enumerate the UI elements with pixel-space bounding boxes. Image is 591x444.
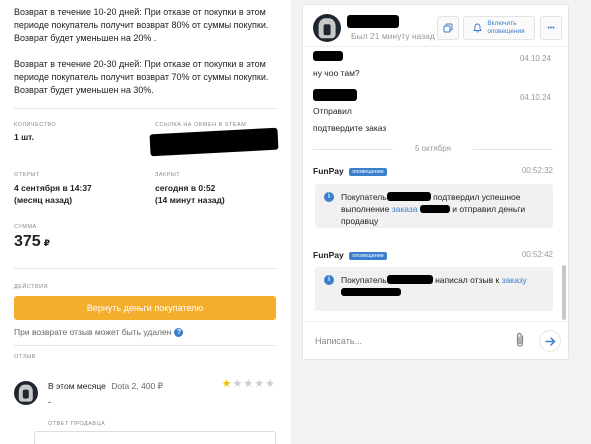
send-arrow-icon xyxy=(544,336,555,346)
star-icon: ★ xyxy=(232,378,244,390)
currency-symbol: ₽ xyxy=(43,238,50,248)
exchange-link-redacted[interactable] xyxy=(149,127,279,157)
opened-ago: (месяц назад) xyxy=(14,195,73,205)
more-icon: ••• xyxy=(547,24,555,32)
order-id-redacted xyxy=(341,288,401,296)
message-time: 00:52:42 xyxy=(521,250,553,259)
opened-label: ОТКРЫТ xyxy=(14,172,40,178)
message-text: подтвердите заказ xyxy=(313,123,387,133)
order-id-redacted xyxy=(419,205,450,213)
info-icon: i xyxy=(324,275,334,285)
closed-ago: (14 минут назад) xyxy=(155,195,225,205)
bell-icon xyxy=(473,23,483,33)
notify-label-line2: оповещения xyxy=(487,28,525,35)
notify-label-line1: Включить xyxy=(487,20,517,27)
refund-rule-1: Возврат в течение 10-20 дней: При отказе… xyxy=(14,7,269,43)
quantity-value: 1 шт. xyxy=(14,132,34,142)
copy-icon xyxy=(443,23,453,33)
closed-value: сегодня в 0:52 xyxy=(155,183,216,193)
star-icon: ★ xyxy=(221,378,233,390)
quantity-label: КОЛИЧЕСТВО xyxy=(14,122,57,128)
sender-name: FunPay xyxy=(313,250,344,260)
review-game-price: Dota 2, 400 ₽ xyxy=(111,381,163,391)
notify-label: Включить оповещения xyxy=(487,20,524,36)
system-message-card: i Покупатель подтвердил успешное выполне… xyxy=(315,184,553,228)
review-text: - xyxy=(48,397,51,407)
sender-name: FunPay xyxy=(313,166,344,176)
review-rating: ★★★★★ xyxy=(222,377,276,390)
divider xyxy=(14,108,276,109)
enable-notifications-button[interactable]: Включить оповещения xyxy=(463,16,535,40)
info-icon: i xyxy=(324,192,334,202)
system-message-card: i Покупатель написал отзыв к заказу xyxy=(315,267,553,311)
system-text: Покупатель xyxy=(341,275,387,285)
review-item: В этом месяце Dota 2, 400 ₽ - ★★★★★ xyxy=(14,377,276,407)
sum-value: 375 xyxy=(14,233,41,250)
system-message-header: FunPay оповещение 00:52:42 xyxy=(313,250,553,262)
attach-button[interactable] xyxy=(514,332,526,350)
divider xyxy=(14,268,276,269)
help-icon[interactable]: ? xyxy=(174,327,184,337)
day-separator: 5 октября xyxy=(313,144,553,153)
chat-panel: Был 21 минуту назад Включить оповещения … xyxy=(302,4,569,360)
username-redacted[interactable] xyxy=(347,15,399,28)
message-date: 04.10.24 xyxy=(519,54,551,63)
star-icon: ★ xyxy=(254,378,266,390)
order-sum: 375 ₽ xyxy=(14,233,50,251)
copy-button[interactable] xyxy=(437,16,459,40)
star-icon: ★ xyxy=(243,378,255,390)
review-meta: В этом месяце Dota 2, 400 ₽ xyxy=(48,381,163,392)
refund-note: При возврате отзыв может быть удален ? xyxy=(14,327,184,337)
refund-rule-2: Возврат в течение 20-30 дней: При отказе… xyxy=(14,59,269,95)
last-seen-status: Был 21 минуту назад xyxy=(351,31,435,41)
star-icon: ★ xyxy=(265,378,276,390)
buyer-redacted xyxy=(386,192,431,201)
divider xyxy=(14,345,276,346)
refund-rules: Возврат в течение 10-20 дней: При отказе… xyxy=(0,0,276,97)
order-details-panel: Возврат в течение 10-20 дней: При отказе… xyxy=(0,0,291,444)
order-link[interactable]: заказа xyxy=(392,204,418,214)
system-text: Покупатель xyxy=(341,192,387,202)
refund-note-text: При возврате отзыв может быть удален xyxy=(14,327,172,337)
message-date: 04.10.24 xyxy=(519,93,551,102)
order-link[interactable]: заказу xyxy=(502,275,527,285)
chat-header: Был 21 минуту назад Включить оповещения … xyxy=(303,5,568,47)
send-button[interactable] xyxy=(539,330,561,352)
avatar[interactable] xyxy=(313,14,341,42)
opened-value: 4 сентября в 14:37 xyxy=(14,183,92,193)
chat-messages: 04.10.24 ну чоо там? 04.10.24 Отправил п… xyxy=(303,48,561,320)
chat-scrollbar[interactable] xyxy=(562,265,566,320)
message-text: ну чоо там? xyxy=(313,68,360,78)
message-input[interactable] xyxy=(315,332,505,350)
sender-redacted xyxy=(313,89,357,101)
buyer-redacted xyxy=(386,275,433,284)
more-button[interactable]: ••• xyxy=(540,16,562,40)
review-period: В этом месяце xyxy=(48,381,106,391)
exchange-link-label: ССЫЛКА НА ОБМЕН В STEAM xyxy=(155,122,247,128)
review-label: ОТЗЫВ xyxy=(14,354,36,360)
system-message-header: FunPay оповещение 00:52:32 xyxy=(313,166,553,178)
seller-reply-field[interactable] xyxy=(34,431,276,444)
actions-label: ДЕЙСТВИЯ xyxy=(14,284,49,290)
seller-reply-label: ОТВЕТ ПРОДАВЦА xyxy=(48,421,106,427)
message-time: 00:52:32 xyxy=(521,166,553,175)
message-text: Отправил xyxy=(313,106,352,116)
refund-buyer-button[interactable]: Вернуть деньги покупателю xyxy=(14,296,276,320)
notification-badge: оповещение xyxy=(349,168,387,176)
sum-label: СУММА xyxy=(14,224,37,230)
notification-badge: оповещение xyxy=(349,252,387,260)
sender-redacted xyxy=(313,51,343,61)
system-text: написал отзыв к xyxy=(435,275,500,285)
avatar[interactable] xyxy=(14,381,38,405)
closed-label: ЗАКРЫТ xyxy=(155,172,181,178)
message-composer xyxy=(303,321,568,359)
paperclip-icon xyxy=(516,332,524,347)
